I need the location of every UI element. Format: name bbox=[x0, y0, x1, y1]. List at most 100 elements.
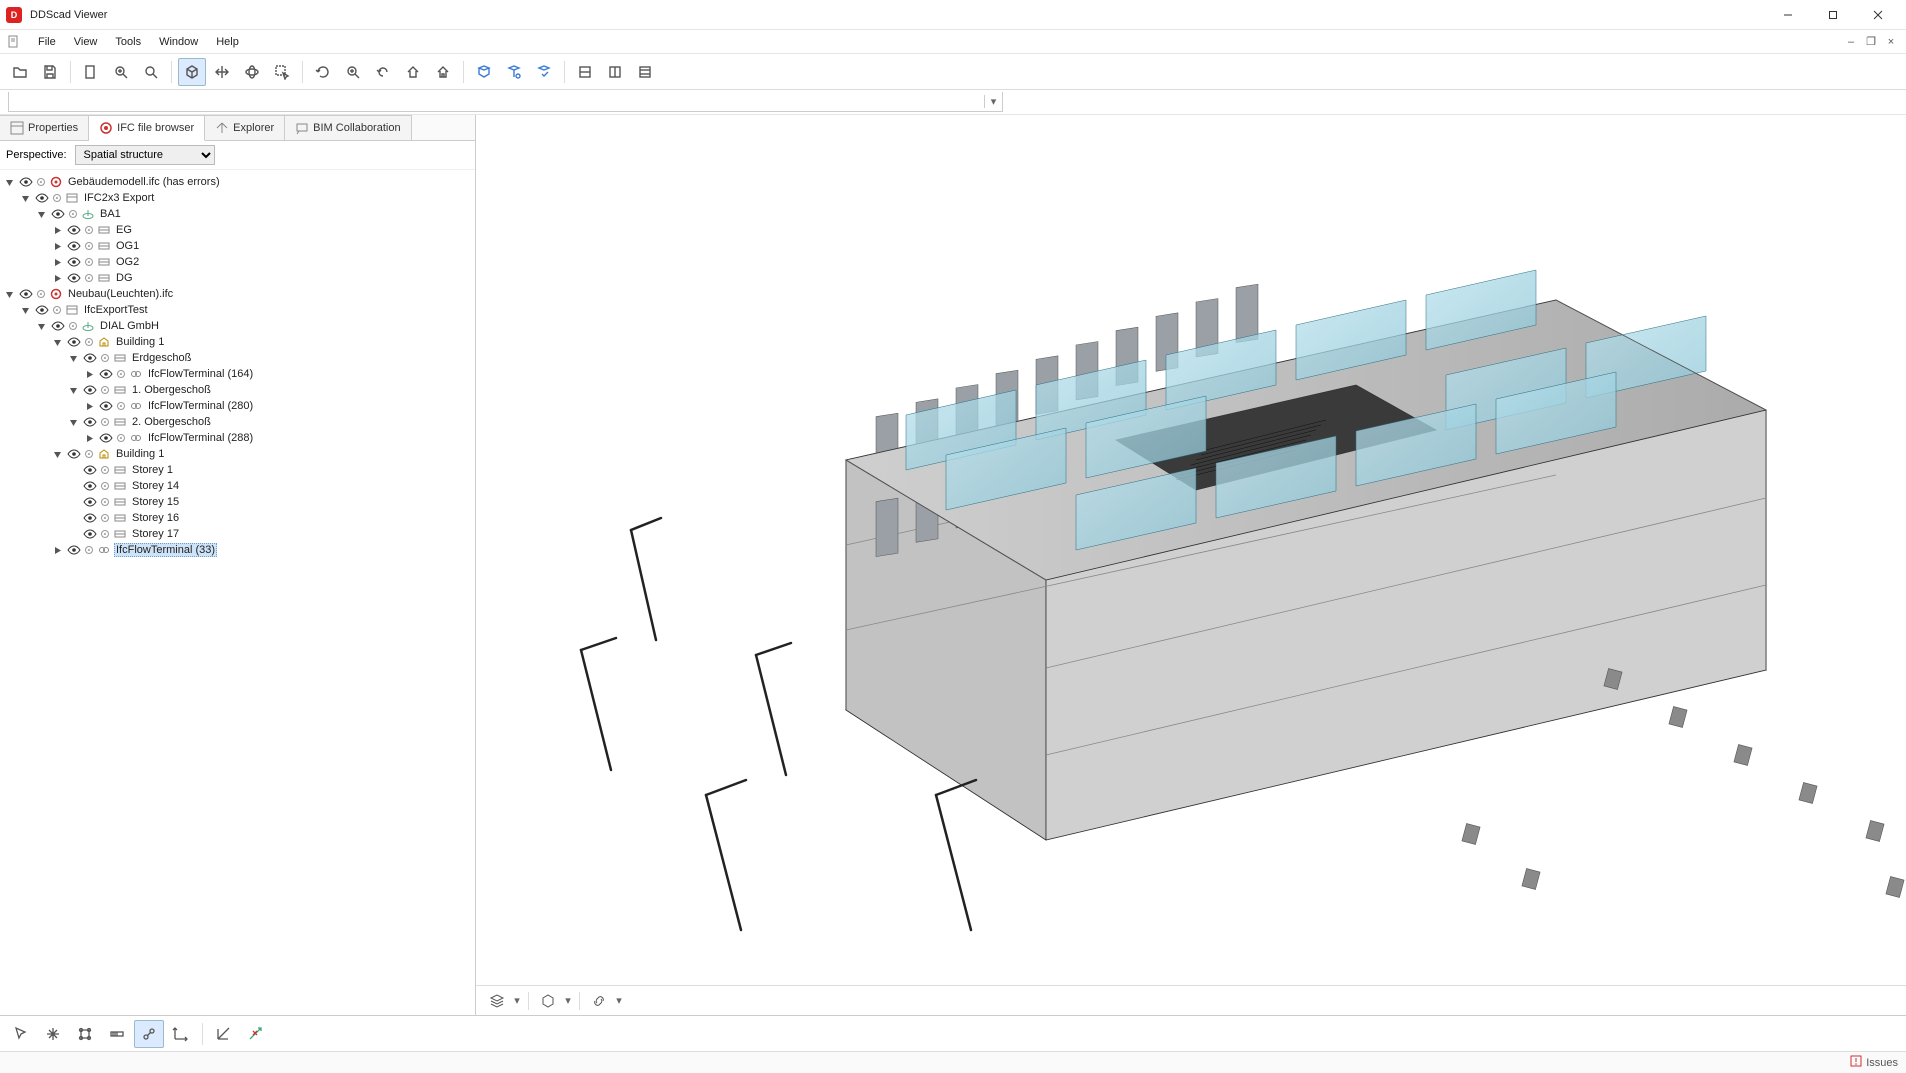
collapse-icon[interactable] bbox=[36, 321, 47, 332]
open-file-button[interactable] bbox=[6, 58, 34, 86]
mdi-minimize[interactable]: – bbox=[1842, 35, 1860, 49]
orbit-button[interactable] bbox=[238, 58, 266, 86]
eye-icon[interactable] bbox=[67, 545, 81, 555]
eye-icon[interactable] bbox=[35, 193, 49, 203]
tree-node[interactable]: Neubau(Leuchten).ifc bbox=[2, 286, 473, 302]
menu-view[interactable]: View bbox=[66, 33, 106, 51]
tab-bim-collab[interactable]: BIM Collaboration bbox=[285, 115, 411, 140]
rotate-view-button[interactable] bbox=[309, 58, 337, 86]
focus-icon[interactable] bbox=[99, 529, 111, 539]
perspective-select[interactable]: Spatial structure bbox=[75, 145, 215, 165]
collapse-icon[interactable] bbox=[68, 417, 79, 428]
ifc-tree[interactable]: Gebäudemodell.ifc (has errors)IFC2x3 Exp… bbox=[0, 170, 475, 1015]
tree-node[interactable]: EG bbox=[2, 222, 473, 238]
focus-icon[interactable] bbox=[99, 385, 111, 395]
tree-node[interactable]: 2. Obergeschoß bbox=[2, 414, 473, 430]
eye-icon[interactable] bbox=[83, 513, 97, 523]
chevron-down-icon[interactable]: ▾ bbox=[984, 95, 1002, 108]
focus-icon[interactable] bbox=[99, 513, 111, 523]
clash-result-button[interactable] bbox=[500, 58, 528, 86]
eye-icon[interactable] bbox=[83, 353, 97, 363]
focus-icon[interactable] bbox=[67, 321, 79, 331]
address-combo[interactable]: ▾ bbox=[8, 92, 1003, 112]
clash-settings-button[interactable] bbox=[530, 58, 558, 86]
layers-button[interactable] bbox=[484, 990, 510, 1012]
eye-icon[interactable] bbox=[67, 449, 81, 459]
clash-check-button[interactable] bbox=[470, 58, 498, 86]
tree-node[interactable]: Storey 16 bbox=[2, 510, 473, 526]
tree-node[interactable]: IfcFlowTerminal (33) bbox=[2, 542, 473, 558]
expand-icon[interactable] bbox=[52, 545, 63, 556]
eye-icon[interactable] bbox=[99, 433, 113, 443]
focus-icon[interactable] bbox=[99, 481, 111, 491]
section-settings-button[interactable] bbox=[631, 58, 659, 86]
eye-icon[interactable] bbox=[67, 337, 81, 347]
origin-button[interactable] bbox=[209, 1020, 239, 1048]
tree-node[interactable]: DG bbox=[2, 270, 473, 286]
3d-view-button[interactable] bbox=[178, 58, 206, 86]
axis-button[interactable] bbox=[166, 1020, 196, 1048]
link-button[interactable] bbox=[586, 990, 612, 1012]
expand-icon[interactable] bbox=[84, 369, 95, 380]
eye-icon[interactable] bbox=[67, 257, 81, 267]
home-view-alt-button[interactable] bbox=[429, 58, 457, 86]
tree-node[interactable]: Erdgeschoß bbox=[2, 350, 473, 366]
tree-node[interactable]: IfcExportTest bbox=[2, 302, 473, 318]
home-view-button[interactable] bbox=[399, 58, 427, 86]
maximize-button[interactable] bbox=[1810, 0, 1855, 30]
eye-icon[interactable] bbox=[83, 497, 97, 507]
eye-icon[interactable] bbox=[19, 177, 33, 187]
link-dropdown[interactable]: ▾ bbox=[614, 994, 624, 1007]
tree-node[interactable]: OG1 bbox=[2, 238, 473, 254]
undo-view-button[interactable] bbox=[369, 58, 397, 86]
focus-icon[interactable] bbox=[99, 497, 111, 507]
issues-panel-toggle[interactable]: Issues bbox=[1850, 1055, 1898, 1070]
tree-node[interactable]: IFC2x3 Export bbox=[2, 190, 473, 206]
focus-icon[interactable] bbox=[115, 369, 127, 379]
collapse-icon[interactable] bbox=[4, 177, 15, 188]
tree-node[interactable]: Building 1 bbox=[2, 446, 473, 462]
menu-tools[interactable]: Tools bbox=[107, 33, 149, 51]
focus-icon[interactable] bbox=[83, 545, 95, 555]
zoom-in-button[interactable] bbox=[339, 58, 367, 86]
origin-x-button[interactable] bbox=[241, 1020, 271, 1048]
collapse-icon[interactable] bbox=[68, 353, 79, 364]
expand-icon[interactable] bbox=[84, 401, 95, 412]
focus-icon[interactable] bbox=[83, 225, 95, 235]
collapse-icon[interactable] bbox=[68, 385, 79, 396]
layers-dropdown[interactable]: ▾ bbox=[512, 994, 522, 1007]
viewport-3d[interactable]: ▾ ▾ ▾ bbox=[476, 115, 1906, 1015]
eye-icon[interactable] bbox=[51, 321, 65, 331]
minimize-button[interactable] bbox=[1765, 0, 1810, 30]
tree-node[interactable]: DIAL GmbH bbox=[2, 318, 473, 334]
eye-icon[interactable] bbox=[83, 529, 97, 539]
tree-node[interactable]: OG2 bbox=[2, 254, 473, 270]
tree-node[interactable]: Storey 14 bbox=[2, 478, 473, 494]
eye-icon[interactable] bbox=[35, 305, 49, 315]
collapse-icon[interactable] bbox=[20, 193, 31, 204]
tree-node[interactable]: IfcFlowTerminal (164) bbox=[2, 366, 473, 382]
tree-node[interactable]: Storey 15 bbox=[2, 494, 473, 510]
section-x-button[interactable] bbox=[571, 58, 599, 86]
mdi-close[interactable]: × bbox=[1882, 35, 1900, 49]
page-setup-button[interactable] bbox=[77, 58, 105, 86]
focus-icon[interactable] bbox=[83, 337, 95, 347]
eye-icon[interactable] bbox=[83, 417, 97, 427]
zoom-extents-button[interactable] bbox=[107, 58, 135, 86]
focus-icon[interactable] bbox=[35, 177, 47, 187]
eye-icon[interactable] bbox=[19, 289, 33, 299]
eye-icon[interactable] bbox=[83, 385, 97, 395]
tab-explorer[interactable]: Explorer bbox=[205, 115, 285, 140]
focus-icon[interactable] bbox=[115, 433, 127, 443]
focus-icon[interactable] bbox=[83, 257, 95, 267]
collapse-icon[interactable] bbox=[20, 305, 31, 316]
expand-icon[interactable] bbox=[52, 257, 63, 268]
focus-icon[interactable] bbox=[99, 417, 111, 427]
focus-icon[interactable] bbox=[51, 193, 63, 203]
expand-icon[interactable] bbox=[52, 273, 63, 284]
expand-icon[interactable] bbox=[84, 433, 95, 444]
eye-icon[interactable] bbox=[67, 241, 81, 251]
tree-node[interactable]: IfcFlowTerminal (280) bbox=[2, 398, 473, 414]
menu-window[interactable]: Window bbox=[151, 33, 206, 51]
focus-icon[interactable] bbox=[83, 241, 95, 251]
